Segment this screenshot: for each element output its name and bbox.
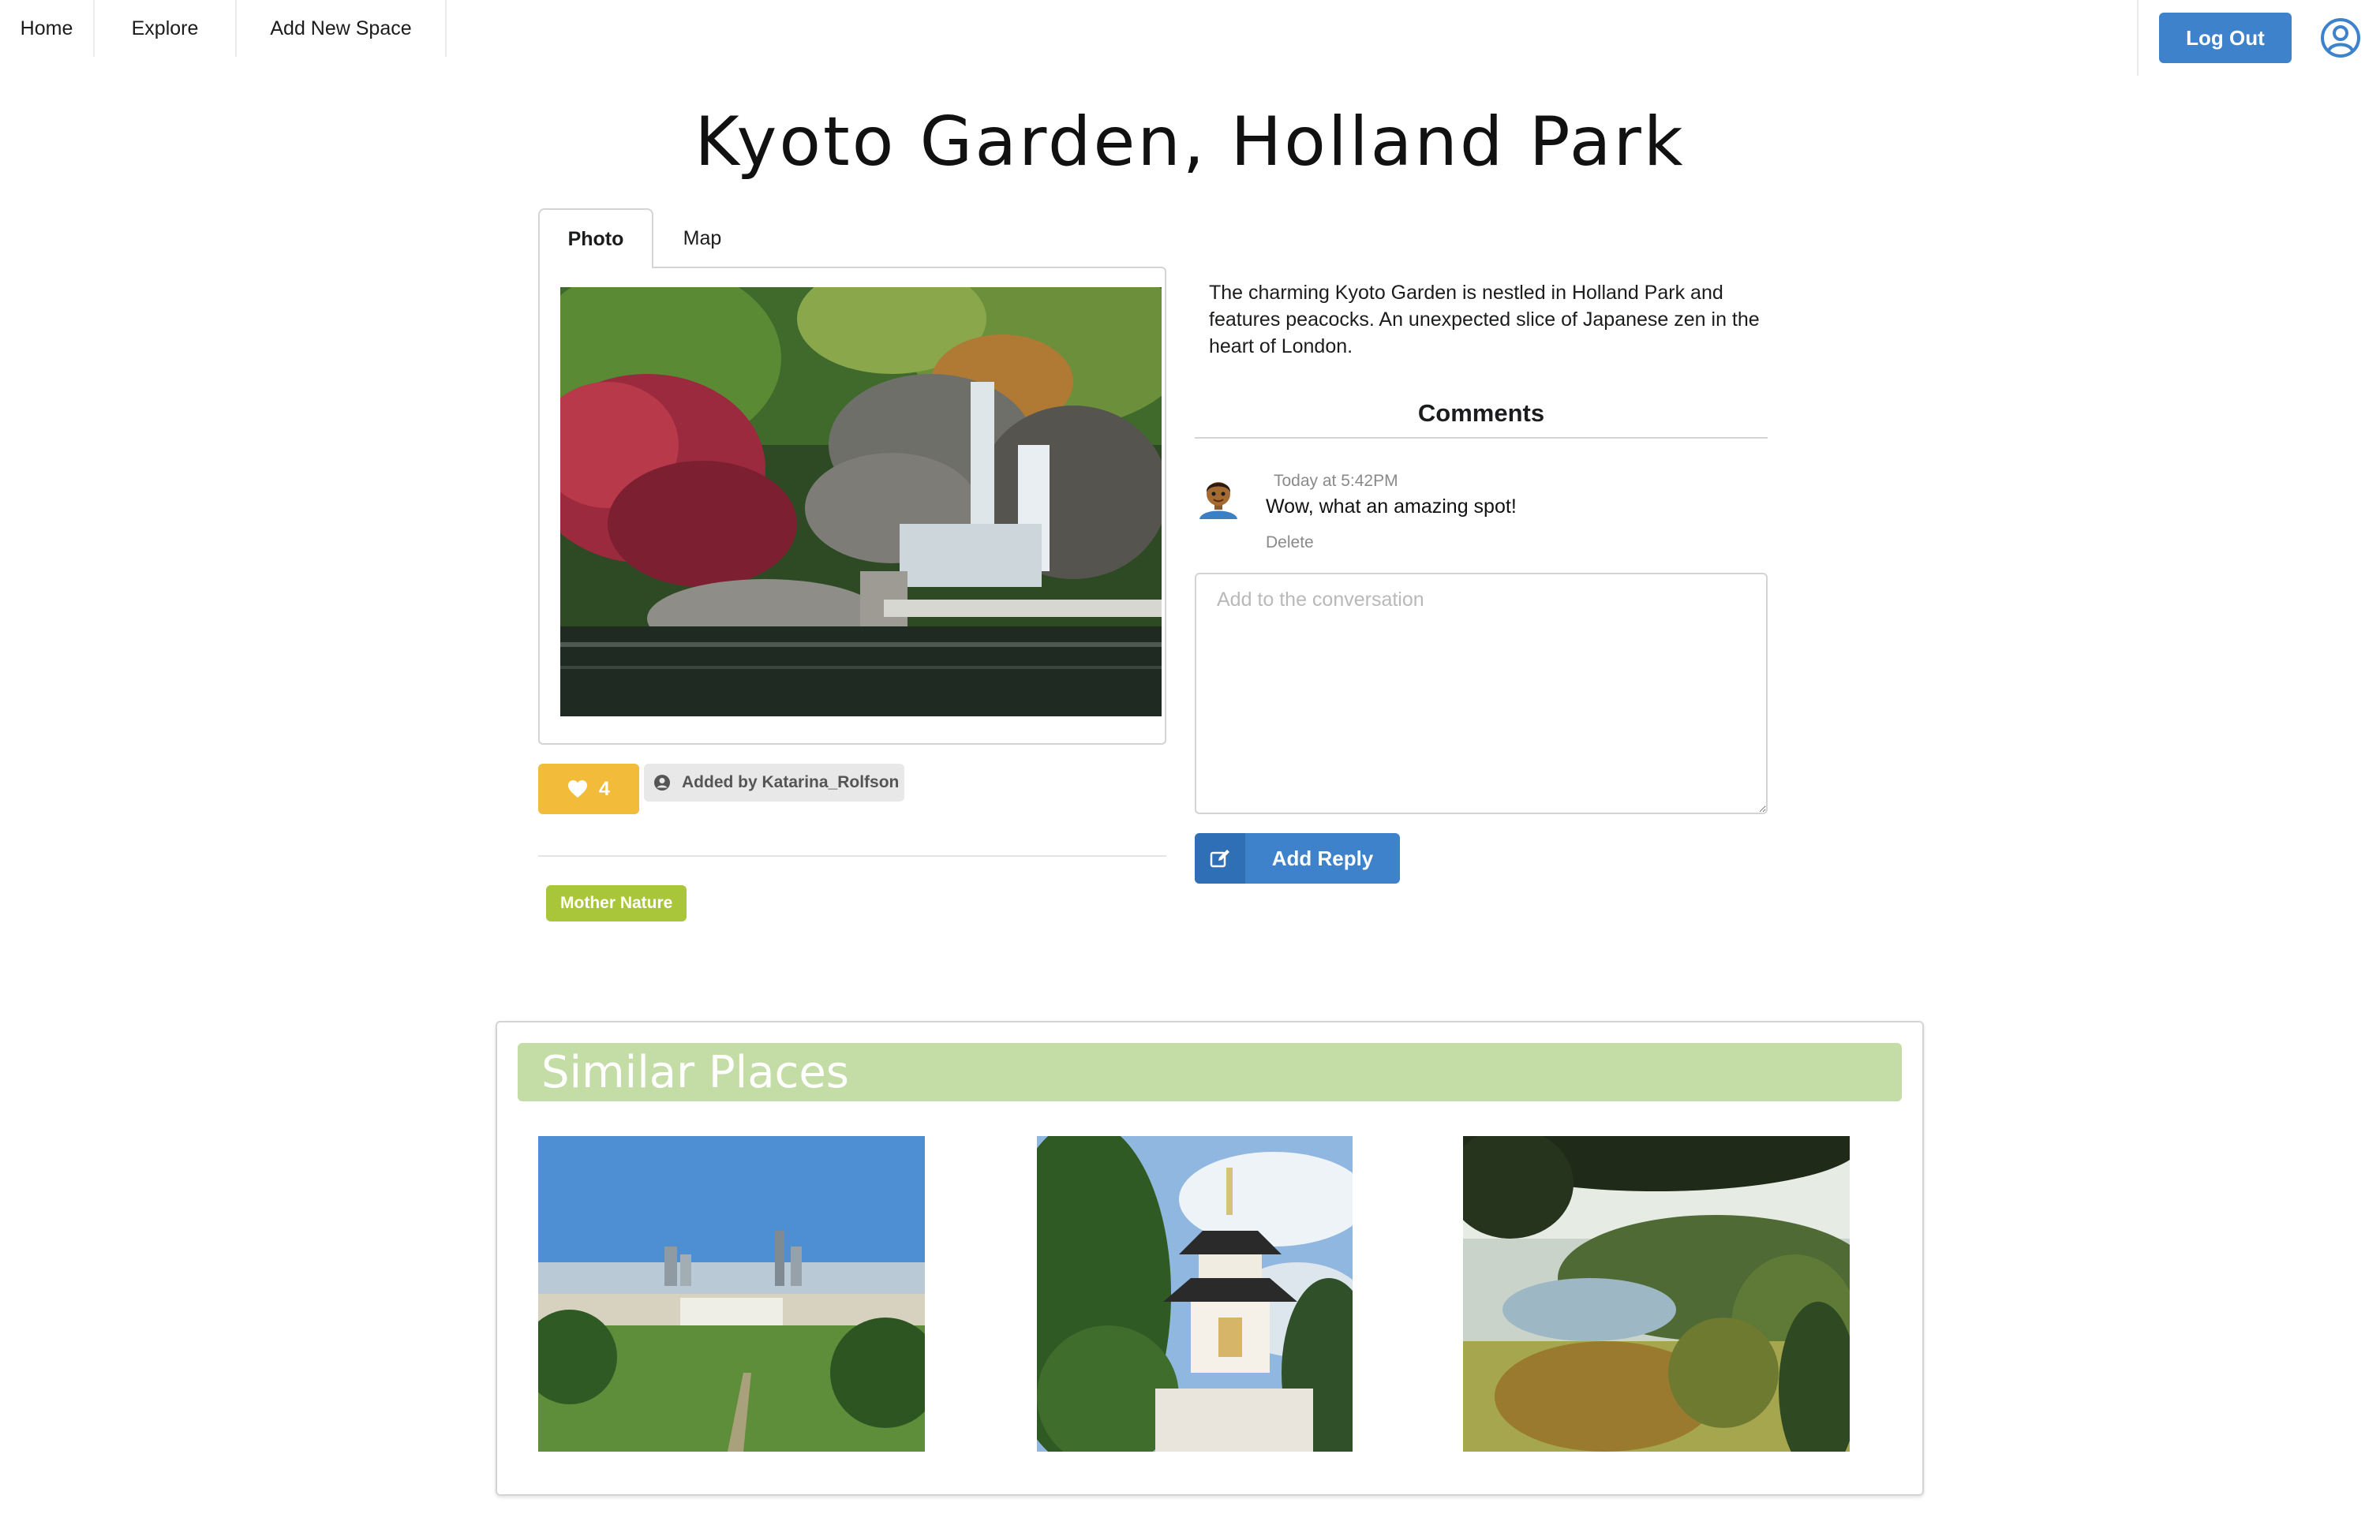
nav-explore-link[interactable]: Explore (95, 0, 237, 57)
heart-icon (568, 780, 588, 798)
user-profile-icon[interactable] (2320, 17, 2361, 58)
reply-textarea[interactable] (1195, 573, 1768, 814)
nav-add-new-space-link[interactable]: Add New Space (237, 0, 447, 57)
like-count: 4 (599, 777, 610, 800)
category-tag[interactable]: Mother Nature (546, 885, 687, 921)
comment-text: Wow, what an amazing spot! (1266, 495, 1517, 518)
place-description: The charming Kyoto Garden is nestled in … (1209, 282, 1760, 357)
nav-divider (2137, 0, 2139, 76)
edit-icon (1195, 833, 1245, 884)
similar-place-card[interactable] (1037, 1136, 1353, 1452)
like-button[interactable]: 4 (538, 764, 639, 814)
logout-button[interactable]: Log Out (2159, 13, 2292, 63)
add-reply-label: Add Reply (1271, 846, 1374, 870)
added-by-label: Added by Katarina_Rolfson (644, 764, 904, 802)
similar-place-card[interactable] (538, 1136, 925, 1452)
delete-comment-link[interactable]: Delete (1266, 533, 1314, 552)
comments-divider (1195, 437, 1768, 439)
place-photo (560, 287, 1162, 716)
add-reply-button[interactable]: Add Reply (1195, 833, 1400, 884)
commenter-avatar (1199, 482, 1237, 519)
top-navigation: Home Explore Add New Space Log Out (0, 0, 2380, 77)
similar-place-card[interactable] (1463, 1136, 1850, 1452)
added-by-text: Added by Katarina_Rolfson (682, 773, 900, 791)
divider (538, 855, 1166, 857)
page-title: Kyoto Garden, Holland Park (694, 103, 1686, 181)
tab-photo[interactable]: Photo (538, 208, 653, 268)
nav-home-link[interactable]: Home (0, 0, 95, 57)
comments-header: Comments (1417, 399, 1545, 427)
user-circle-icon (654, 775, 670, 791)
tab-map[interactable]: Map (655, 208, 750, 268)
similar-places-header: Similar Places (518, 1043, 1902, 1101)
comment-timestamp: Today at 5:42PM (1274, 472, 1398, 490)
